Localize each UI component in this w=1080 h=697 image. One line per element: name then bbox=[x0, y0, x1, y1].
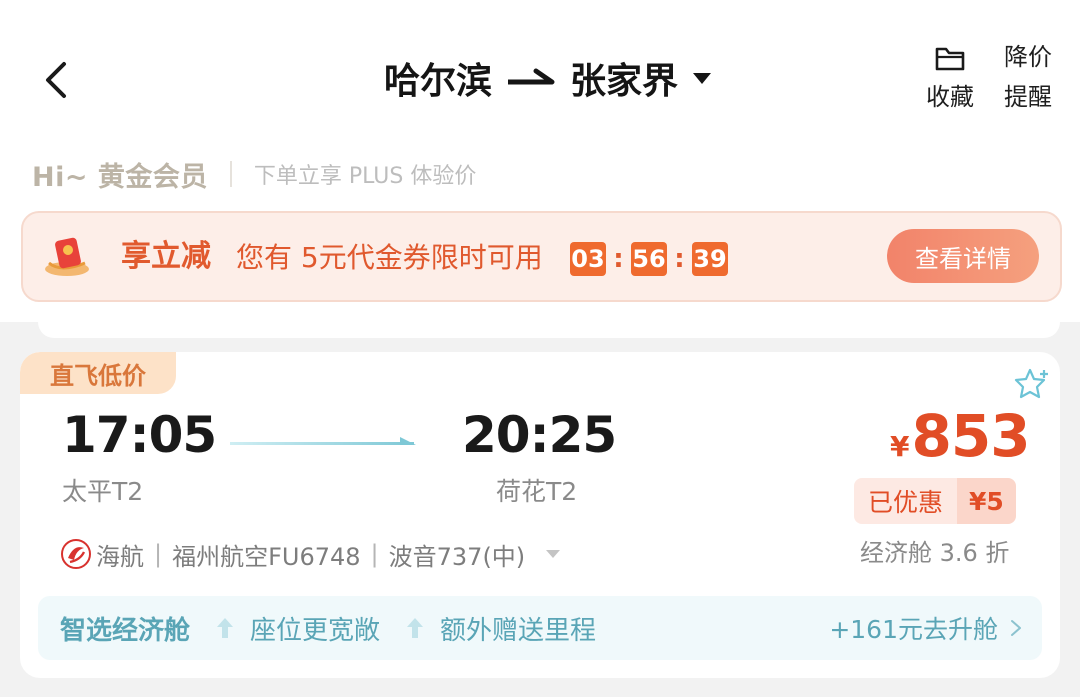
top-nav-bar: 哈尔滨 张家界 收藏 降价 提醒 bbox=[0, 0, 1080, 150]
arrival-airport: 荷花T2 bbox=[496, 477, 578, 506]
price-alert-label-line2: 提醒 bbox=[1004, 83, 1052, 111]
airline-info[interactable]: 海航 | 福州航空FU6748 | 波音737(中) bbox=[60, 536, 561, 572]
cabin-discount: 经济舱 3.6 折 bbox=[860, 539, 1010, 567]
airline-name: 海航 bbox=[96, 542, 144, 571]
chevron-left-icon bbox=[46, 62, 66, 98]
flight-number: 福州航空FU6748 bbox=[172, 542, 361, 571]
departure-airport: 太平T2 bbox=[62, 477, 144, 506]
red-envelope-icon bbox=[45, 237, 89, 276]
coupon-title: 享立减 bbox=[121, 239, 211, 274]
upgrade-feature: 座位更宽敞 bbox=[216, 610, 380, 647]
currency-symbol: ¥ bbox=[890, 430, 910, 463]
price-amount: 853 bbox=[911, 402, 1030, 470]
star-plus-icon[interactable] bbox=[1013, 366, 1053, 402]
flight-price: ¥ 853 bbox=[890, 402, 1031, 470]
member-benefit-note: 下单立享 PLUS 体验价 bbox=[253, 164, 477, 189]
coupon-message: 您有 5元代金券限时可用 bbox=[236, 241, 543, 274]
coupon-banner: 享立减 您有 5元代金券限时可用 03 : 56 : 39 查看详情 bbox=[21, 211, 1062, 302]
hainan-airlines-logo-icon bbox=[61, 539, 91, 569]
discount-label: 已优惠 bbox=[854, 478, 958, 524]
upgrade-cabin-title: 智选经济舱 bbox=[60, 615, 191, 646]
countdown-colon: : bbox=[613, 244, 624, 274]
caret-down-icon bbox=[546, 550, 561, 558]
countdown-timer: 03 : 56 : 39 bbox=[570, 242, 728, 276]
chevron-right-icon bbox=[1011, 620, 1021, 636]
upgrade-feature-label: 额外赠送里程 bbox=[440, 615, 597, 646]
folder-icon bbox=[935, 47, 965, 71]
arrow-up-icon bbox=[217, 618, 234, 638]
cabin-upgrade-bar[interactable]: 智选经济舱 座位更宽敞 额外赠送里程 +161元去升舱 bbox=[38, 596, 1042, 660]
departure-time: 17:05 bbox=[62, 406, 217, 464]
price-alert-button[interactable]: 降价 提醒 bbox=[998, 42, 1058, 112]
one-way-arrow-icon bbox=[508, 68, 555, 85]
discount-value: ¥5 bbox=[957, 478, 1016, 524]
member-info-row: Hi~ 黄金会员 下单立享 PLUS 体验价 bbox=[32, 154, 476, 194]
divider: | bbox=[154, 540, 163, 568]
price-alert-label-line1: 降价 bbox=[1004, 43, 1052, 71]
view-details-button[interactable]: 查看详情 bbox=[887, 229, 1039, 283]
caret-down-icon bbox=[693, 73, 712, 84]
direct-low-price-tag: 直飞低价 bbox=[20, 352, 176, 394]
favorite-label: 收藏 bbox=[926, 83, 974, 111]
back-button[interactable] bbox=[38, 56, 78, 104]
arrival-time: 20:25 bbox=[462, 406, 617, 464]
countdown-seconds: 39 bbox=[692, 242, 728, 276]
countdown-colon: : bbox=[674, 244, 685, 274]
upgrade-cta[interactable]: +161元去升舱 bbox=[829, 596, 1022, 660]
upgrade-cta-label: +161元去升舱 bbox=[829, 615, 998, 644]
countdown-minutes: 56 bbox=[631, 242, 667, 276]
countdown-hours: 03 bbox=[570, 242, 606, 276]
arrow-up-icon bbox=[407, 618, 424, 638]
previous-card-edge bbox=[38, 322, 1060, 338]
aircraft-type: 波音737(中) bbox=[388, 542, 526, 571]
favorite-button[interactable]: 收藏 bbox=[920, 42, 980, 112]
flight-route-arrow-icon bbox=[230, 437, 416, 445]
route-selector[interactable]: 哈尔滨 张家界 bbox=[384, 52, 712, 104]
divider bbox=[229, 161, 232, 187]
origin-city: 哈尔滨 bbox=[384, 61, 493, 102]
member-level: Hi~ 黄金会员 bbox=[32, 161, 208, 193]
upgrade-feature-label: 座位更宽敞 bbox=[250, 615, 381, 646]
upgrade-feature: 额外赠送里程 bbox=[406, 610, 596, 647]
divider: | bbox=[370, 540, 379, 568]
destination-city: 张家界 bbox=[570, 61, 679, 102]
flight-card[interactable]: 直飞低价 17:05 太平T2 20:25 荷花T2 ¥ 853 已优惠 ¥5 … bbox=[20, 352, 1060, 678]
discount-badge: 已优惠 ¥5 bbox=[854, 478, 1016, 524]
